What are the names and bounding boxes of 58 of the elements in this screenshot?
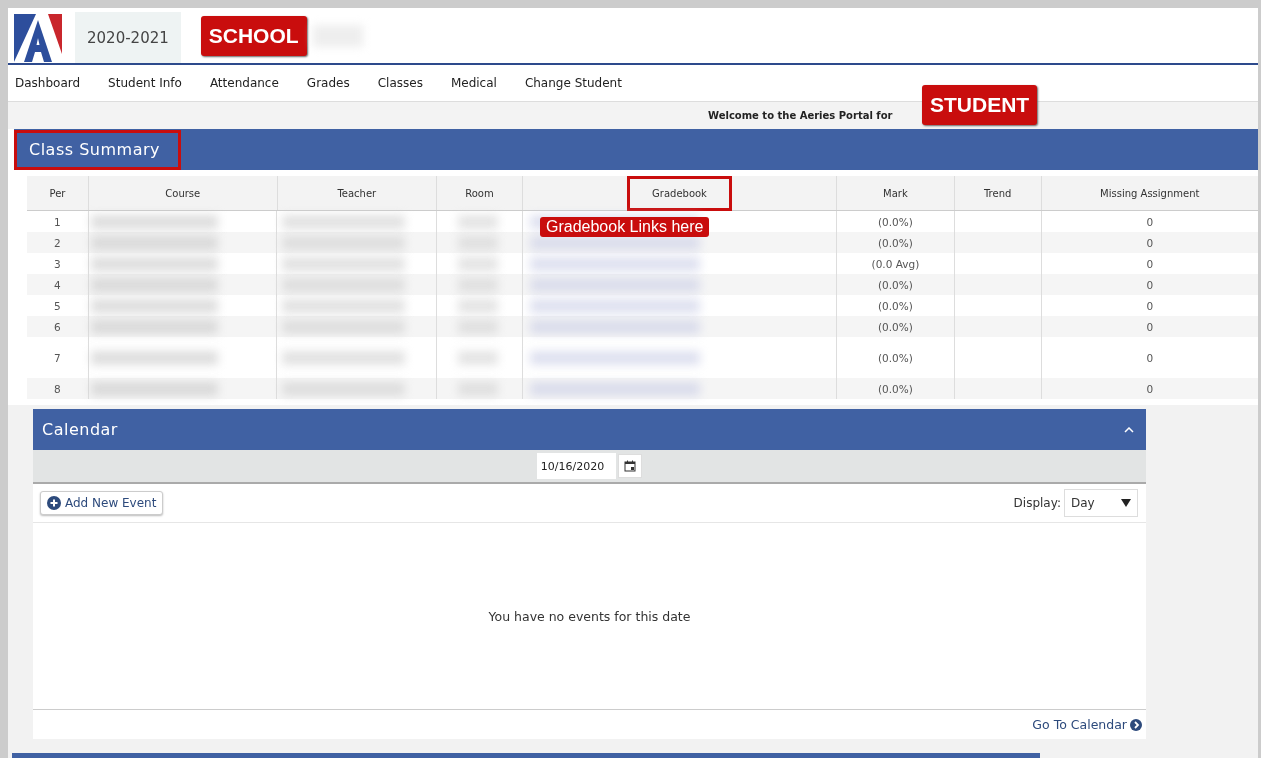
empty-message: You have no events for this date bbox=[488, 608, 691, 624]
table-cell: 4 bbox=[54, 278, 61, 291]
table-cell: 5 bbox=[54, 299, 61, 312]
table-cell: 3 bbox=[54, 257, 61, 270]
date-field[interactable]: 10/16/2020 bbox=[536, 453, 617, 479]
collapse-icon[interactable] bbox=[1124, 426, 1134, 433]
display-select[interactable]: Day bbox=[1064, 489, 1138, 517]
column-header[interactable]: Course bbox=[140, 175, 226, 211]
student-badge: STUDENT bbox=[922, 85, 1038, 125]
table-cell: (0.0%) bbox=[877, 236, 913, 249]
table-cell: (0.0%) bbox=[877, 320, 913, 333]
panel-title: Calendar bbox=[42, 420, 118, 439]
school-badge: SCHOOL bbox=[200, 15, 307, 56]
column-header[interactable]: Missing Assignment bbox=[1075, 175, 1225, 211]
nav-link[interactable]: Attendance bbox=[209, 76, 279, 90]
display-label: Display: bbox=[1013, 496, 1061, 510]
logo-icon bbox=[14, 13, 62, 62]
nav-link[interactable]: Classes bbox=[377, 76, 423, 90]
column-header[interactable]: Mark bbox=[858, 175, 933, 211]
nav-link[interactable]: Grades bbox=[306, 76, 350, 90]
table-cell: 0 bbox=[1146, 320, 1154, 333]
column-header[interactable]: Per bbox=[24, 175, 91, 211]
plus-icon bbox=[47, 496, 61, 510]
calendar-icon bbox=[624, 460, 637, 472]
nav-link[interactable]: Medical bbox=[450, 76, 497, 90]
table-cell: 2 bbox=[54, 236, 61, 249]
add-event-button[interactable]: Add New Event bbox=[40, 491, 164, 515]
table-cell: (0.0%) bbox=[877, 299, 913, 312]
nav-link[interactable]: Student Info bbox=[108, 76, 182, 90]
table-cell: 0 bbox=[1146, 257, 1154, 270]
column-header[interactable]: Trend bbox=[959, 175, 1037, 211]
table-cell: (0.0%) bbox=[877, 215, 913, 228]
go-to-calendar-link[interactable]: Go To Calendar bbox=[1032, 717, 1142, 732]
arrow-right-icon bbox=[1130, 718, 1142, 731]
table-cell: 1 bbox=[54, 215, 61, 228]
column-header[interactable]: Room bbox=[440, 175, 519, 211]
school-year[interactable]: 2020-2021 bbox=[75, 12, 181, 63]
table-cell: (0.0%) bbox=[877, 351, 913, 364]
column-header[interactable]: Teacher bbox=[312, 175, 402, 211]
table-cell: 0 bbox=[1146, 236, 1154, 249]
calendar-button[interactable] bbox=[618, 454, 643, 478]
welcome-text: Welcome to the Aeries Portal for bbox=[708, 110, 893, 121]
table-cell: 0 bbox=[1146, 215, 1154, 228]
table-cell: 0 bbox=[1146, 299, 1154, 312]
table-cell: (0.0%) bbox=[877, 278, 913, 291]
table-cell: 7 bbox=[54, 351, 61, 364]
table-cell: (0.0 Avg) bbox=[871, 257, 920, 270]
table-cell: (0.0%) bbox=[877, 382, 913, 395]
table-cell: 8 bbox=[54, 382, 61, 395]
section-title: Class Summary bbox=[14, 129, 181, 170]
nav-link[interactable]: Dashboard bbox=[15, 76, 81, 90]
table-cell: 0 bbox=[1146, 382, 1154, 395]
column-header[interactable]: Gradebook bbox=[627, 175, 732, 211]
callout-label: Gradebook Links here bbox=[540, 217, 710, 237]
table-cell: 6 bbox=[54, 320, 61, 333]
table-cell: 0 bbox=[1146, 351, 1154, 364]
nav-link[interactable]: Change Student bbox=[524, 76, 622, 90]
table-cell: 0 bbox=[1146, 278, 1154, 291]
